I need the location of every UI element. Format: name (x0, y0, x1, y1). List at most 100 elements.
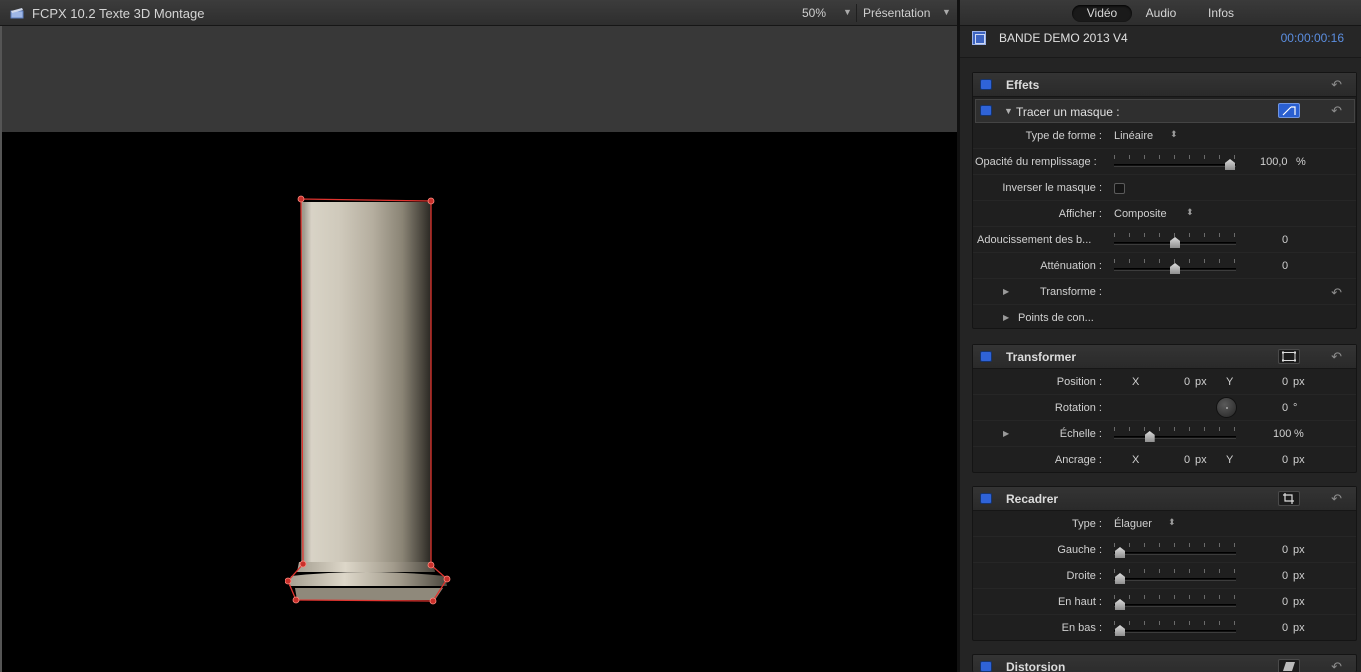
viewer-title: FCPX 10.2 Texte 3D Montage (32, 6, 205, 21)
softness-value[interactable]: 0 (1282, 234, 1288, 246)
scale-value[interactable]: 100 (1273, 428, 1291, 440)
falloff-row: Atténuation : 0 (973, 253, 1356, 279)
position-y-value[interactable]: 0 (1282, 376, 1288, 388)
crop-right-slider[interactable] (1114, 569, 1236, 584)
zoom-level-menu[interactable]: 50% (802, 6, 826, 20)
shape-type-row: Type de forme : Linéaire ⬍ (973, 123, 1356, 149)
divider (856, 4, 857, 22)
crop-left-slider[interactable] (1114, 543, 1236, 558)
distortion-onscreen-button[interactable] (1278, 659, 1300, 672)
draw-mask-enable-checkbox[interactable] (981, 106, 991, 115)
crop-top-value[interactable]: 0 (1282, 596, 1288, 608)
crop-left-row: Gauche : 0 px (973, 537, 1356, 563)
disclosure-closed-icon[interactable]: ▶ (1003, 313, 1009, 322)
crop-header[interactable]: Recadrer ↶ (973, 487, 1356, 511)
control-points-row: ▶ Points de con... (973, 305, 1356, 331)
falloff-label: Atténuation : (1040, 260, 1102, 272)
transform-label: Transforme : (1040, 286, 1102, 298)
display-popup[interactable]: Composite (1114, 208, 1167, 220)
crop-left-unit: px (1293, 544, 1305, 556)
draw-mask-title: Tracer un masque : (1016, 105, 1120, 119)
slider-knob[interactable] (1115, 573, 1125, 584)
slider-knob[interactable] (1225, 159, 1235, 170)
position-label: Position : (1056, 376, 1102, 388)
crop-bottom-value[interactable]: 0 (1282, 622, 1288, 634)
clip-name: BANDE DEMO 2013 V4 (999, 31, 1128, 45)
video-canvas[interactable] (2, 132, 957, 672)
invert-mask-checkbox[interactable] (1114, 183, 1125, 194)
disclosure-closed-icon[interactable]: ▶ (1003, 287, 1009, 296)
transform-header[interactable]: Transformer ↶ (973, 345, 1356, 369)
fill-opacity-slider[interactable] (1114, 155, 1236, 170)
tab-infos[interactable]: Infos (1198, 5, 1244, 22)
crop-title: Recadrer (1006, 492, 1059, 506)
anchor-x-unit: px (1195, 454, 1207, 466)
crop-onscreen-button[interactable] (1278, 491, 1300, 506)
crop-right-value[interactable]: 0 (1282, 570, 1288, 582)
viewer-letterbox (2, 26, 957, 132)
rotation-unit: ° (1293, 402, 1298, 414)
transform-enable-checkbox[interactable] (981, 352, 991, 361)
tab-video[interactable]: Vidéo (1072, 5, 1132, 22)
transform-row: ▶ Transforme : ↶ (973, 279, 1356, 305)
fill-opacity-row: Opacité du remplissage : 100,0 % (973, 149, 1356, 175)
reset-icon[interactable]: ↶ (1331, 659, 1342, 672)
rotation-dial[interactable] (1216, 397, 1237, 418)
invert-mask-label: Inverser le masque : (1002, 182, 1102, 194)
rotation-row: Rotation : 0 ° (973, 395, 1356, 421)
reset-icon[interactable]: ↶ (1331, 491, 1342, 507)
fill-opacity-value[interactable]: 100,0 (1260, 156, 1288, 168)
crop-right-label: Droite : (1066, 570, 1102, 582)
crop-top-label: En haut : (1057, 596, 1102, 608)
chevron-down-icon[interactable]: ▼ (942, 7, 951, 17)
distortion-enable-checkbox[interactable] (981, 662, 991, 671)
slider-knob[interactable] (1144, 431, 1155, 442)
scale-slider[interactable] (1114, 427, 1236, 442)
effects-header[interactable]: Effets ↶ (973, 73, 1356, 97)
reset-icon[interactable]: ↶ (1331, 77, 1342, 93)
disclosure-open-icon[interactable]: ▼ (1004, 106, 1013, 116)
distortion-header[interactable]: Distorsion ↶ (973, 655, 1356, 672)
slider-knob[interactable] (1115, 625, 1125, 636)
slider-knob[interactable] (1115, 599, 1125, 610)
draw-mask-header[interactable]: ▼ Tracer un masque : ↶ (975, 99, 1355, 123)
tab-audio[interactable]: Audio (1138, 5, 1184, 22)
effects-enable-checkbox[interactable] (981, 80, 991, 89)
slider-knob[interactable] (1170, 237, 1180, 248)
anchor-y-value[interactable]: 0 (1282, 454, 1288, 466)
position-x-value[interactable]: 0 (1184, 376, 1190, 388)
anchor-x-value[interactable]: 0 (1184, 454, 1190, 466)
crop-enable-checkbox[interactable] (981, 494, 991, 503)
position-row: Position : X 0 px Y 0 px (973, 369, 1356, 395)
position-x-axis: X (1132, 376, 1140, 388)
video-frame-column-image[interactable] (285, 190, 455, 610)
popup-arrows-icon[interactable]: ⬍ (1170, 129, 1178, 140)
view-menu[interactable]: Présentation (863, 6, 930, 20)
falloff-slider[interactable] (1114, 259, 1236, 274)
mask-onscreen-controls-button[interactable] (1278, 103, 1300, 118)
transform-section: Transformer ↶ Position : X 0 px Y 0 px R… (972, 344, 1357, 473)
reset-icon[interactable]: ↶ (1331, 103, 1342, 119)
shape-type-popup[interactable]: Linéaire (1114, 130, 1153, 142)
crop-top-slider[interactable] (1114, 595, 1236, 610)
softness-label: Adoucissement des b... (977, 234, 1092, 246)
rotation-value[interactable]: 0 (1282, 402, 1288, 414)
slider-knob[interactable] (1115, 547, 1125, 558)
popup-arrows-icon[interactable]: ⬍ (1168, 517, 1176, 528)
crop-bottom-slider[interactable] (1114, 621, 1236, 636)
distort-icon (1283, 662, 1295, 671)
crop-type-popup[interactable]: Élaguer (1114, 518, 1152, 530)
fill-opacity-unit: % (1296, 156, 1306, 168)
falloff-value[interactable]: 0 (1282, 260, 1288, 272)
popup-arrows-icon[interactable]: ⬍ (1186, 207, 1194, 218)
crop-left-value[interactable]: 0 (1282, 544, 1288, 556)
transform-onscreen-button[interactable] (1278, 349, 1300, 364)
chevron-down-icon[interactable]: ▼ (843, 7, 852, 17)
reset-icon[interactable]: ↶ (1331, 349, 1342, 365)
crop-type-row: Type : Élaguer ⬍ (973, 511, 1356, 537)
rotation-label: Rotation : (1054, 402, 1102, 414)
reset-icon[interactable]: ↶ (1331, 285, 1342, 301)
softness-slider[interactable] (1114, 233, 1236, 248)
disclosure-closed-icon[interactable]: ▶ (1003, 429, 1009, 438)
slider-knob[interactable] (1170, 263, 1180, 274)
